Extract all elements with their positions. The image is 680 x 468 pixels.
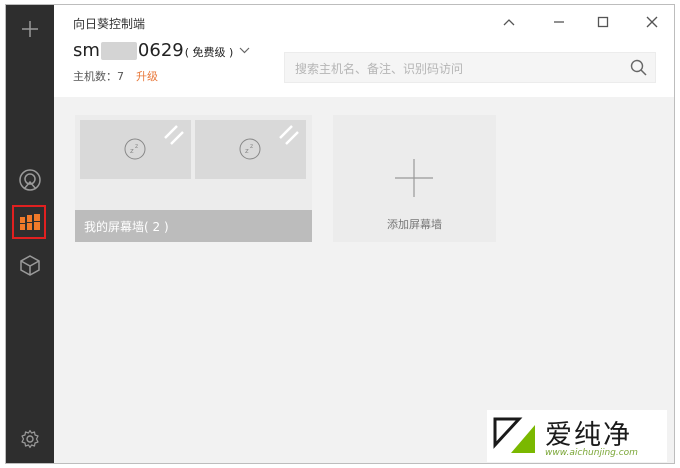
watermark-url: www.aichunjing.com [545, 448, 638, 458]
svg-text:z: z [135, 143, 138, 150]
svg-text:z: z [245, 147, 249, 155]
plan-label: ( 免费级 ) [184, 46, 234, 59]
sleep-icon: z z [239, 138, 261, 160]
remote-icon [19, 169, 41, 191]
add-screen-wall-card[interactable]: 添加屏幕墙 [333, 115, 496, 242]
host-thumbnail: z z [80, 120, 191, 179]
search-input[interactable] [293, 53, 627, 84]
sidebar-item-screen-wall[interactable] [6, 203, 54, 243]
watermark: 爱纯净 www.aichunjing.com [487, 410, 667, 462]
upgrade-link[interactable]: 升级 [136, 68, 158, 84]
glare-stripes-icon [164, 125, 184, 145]
screen-wall-label: 我的屏幕墙( 2 ) [84, 220, 169, 234]
account-menu[interactable]: sm 0629 ( 免费级 ) [73, 40, 250, 61]
sidebar-item-remote[interactable] [6, 160, 54, 200]
svg-text:z: z [250, 143, 253, 150]
screen-wall-icon [20, 214, 40, 230]
minimize-button[interactable] [544, 11, 574, 33]
add-button[interactable] [6, 9, 54, 49]
left-sidebar [6, 5, 54, 463]
username-suffix: 0629 [137, 40, 184, 61]
header: 向日葵控制端 sm 0629 ( 免费级 ) 主机数：7 升级 搜索主机名、备注… [54, 5, 674, 97]
screen-wall-label-bar: 我的屏幕墙( 2 ) [75, 210, 312, 242]
minimize-icon [554, 21, 564, 23]
sidebar-item-apps[interactable] [6, 245, 54, 285]
search-box [284, 52, 656, 84]
maximize-icon [597, 16, 609, 28]
svg-text:z: z [130, 147, 134, 155]
close-icon [646, 16, 658, 28]
maximize-button[interactable] [588, 11, 618, 33]
sleep-icon: z z [124, 138, 146, 160]
cube-icon [20, 255, 40, 276]
close-button[interactable] [637, 11, 667, 33]
app-window: 向日葵控制端 sm 0629 ( 免费级 ) 主机数：7 升级 搜索主机名、备注… [5, 4, 675, 464]
host-count: 主机数：7 [73, 70, 124, 83]
glare-stripes-icon [279, 125, 299, 145]
watermark-logo [493, 417, 535, 453]
plus-icon [395, 159, 433, 197]
chevron-up-icon [503, 19, 515, 26]
app-title: 向日葵控制端 [73, 17, 146, 31]
add-screen-wall-label: 添加屏幕墙 [387, 218, 442, 231]
username-prefix: sm [73, 40, 100, 61]
watermark-text: 爱纯净 [545, 420, 632, 451]
gear-icon [21, 429, 39, 449]
username-mask [100, 41, 137, 60]
settings-button[interactable] [6, 419, 54, 459]
screen-wall-card[interactable]: z z z z 我的屏幕墙( 2 ) [75, 115, 312, 242]
host-thumbnail: z z [195, 120, 306, 179]
plus-icon [22, 21, 38, 37]
chevron-down-icon [239, 47, 250, 54]
search-icon[interactable] [630, 59, 647, 76]
collapse-button[interactable] [494, 11, 524, 33]
